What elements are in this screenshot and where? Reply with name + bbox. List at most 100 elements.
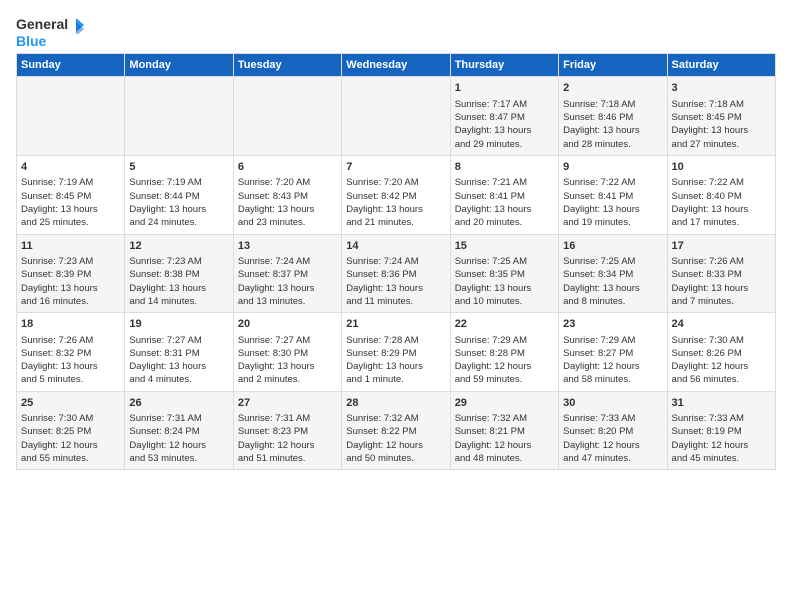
calendar-cell: 12Sunrise: 7:23 AM Sunset: 8:38 PM Dayli…	[125, 234, 233, 313]
day-info: Sunrise: 7:22 AM Sunset: 8:41 PM Dayligh…	[563, 177, 640, 228]
calendar-cell: 10Sunrise: 7:22 AM Sunset: 8:40 PM Dayli…	[667, 155, 775, 234]
calendar-cell: 4 Sunrise: 7:19 AM Sunset: 8:45 PM Daylig…	[17, 155, 125, 234]
day-info: Sunrise: 7:24 AM Sunset: 8:36 PM Dayligh…	[346, 256, 423, 307]
day-info: Sunrise: 7:30 AM Sunset: 8:26 PM Dayligh…	[672, 335, 749, 386]
day-info: Sunrise: 7:20 AM Sunset: 8:42 PM Dayligh…	[346, 177, 423, 228]
calendar-cell: 29 Sunrise: 7:32 AM Sunset: 8:21 PM Dayli…	[450, 391, 558, 470]
calendar-week-4: 18Sunrise: 7:26 AM Sunset: 8:32 PM Dayli…	[17, 313, 776, 392]
day-info: Sunrise: 7:27 AM Sunset: 8:31 PM Dayligh…	[129, 335, 206, 386]
calendar-cell: 7 Sunrise: 7:20 AM Sunset: 8:42 PM Daylig…	[342, 155, 450, 234]
calendar-cell: 18Sunrise: 7:26 AM Sunset: 8:32 PM Dayli…	[17, 313, 125, 392]
calendar-cell: 22Sunrise: 7:29 AM Sunset: 8:28 PM Dayli…	[450, 313, 558, 392]
calendar-cell	[17, 77, 125, 156]
calendar-cell: 30Sunrise: 7:33 AM Sunset: 8:20 PM Dayli…	[559, 391, 667, 470]
day-header-monday: Monday	[125, 54, 233, 77]
calendar-cell: 13 Sunrise: 7:24 AM Sunset: 8:37 PM Dayli…	[233, 234, 341, 313]
day-number: 26	[129, 396, 228, 411]
day-info: Sunrise: 7:17 AM Sunset: 8:47 PM Dayligh…	[455, 99, 532, 150]
calendar-cell: 2 Sunrise: 7:18 AM Sunset: 8:46 PM Daylig…	[559, 77, 667, 156]
day-info: Sunrise: 7:30 AM Sunset: 8:25 PM Dayligh…	[21, 413, 98, 464]
calendar-cell: 16Sunrise: 7:25 AM Sunset: 8:34 PM Dayli…	[559, 234, 667, 313]
day-number: 27	[238, 396, 337, 411]
day-number: 20	[238, 317, 337, 332]
day-info: Sunrise: 7:18 AM Sunset: 8:46 PM Dayligh…	[563, 99, 640, 150]
calendar-cell: 9 Sunrise: 7:22 AM Sunset: 8:41 PM Daylig…	[559, 155, 667, 234]
day-info: Sunrise: 7:31 AM Sunset: 8:24 PM Dayligh…	[129, 413, 206, 464]
day-number: 4	[21, 160, 120, 175]
calendar-table: SundayMondayTuesdayWednesdayThursdayFrid…	[16, 53, 776, 470]
day-info: Sunrise: 7:25 AM Sunset: 8:35 PM Dayligh…	[455, 256, 532, 307]
day-number: 14	[346, 239, 445, 254]
day-header-thursday: Thursday	[450, 54, 558, 77]
day-header-saturday: Saturday	[667, 54, 775, 77]
day-info: Sunrise: 7:28 AM Sunset: 8:29 PM Dayligh…	[346, 335, 423, 386]
day-number: 17	[672, 239, 771, 254]
day-number: 2	[563, 81, 662, 96]
day-number: 6	[238, 160, 337, 175]
calendar-cell: 6 Sunrise: 7:20 AM Sunset: 8:43 PM Daylig…	[233, 155, 341, 234]
day-number: 19	[129, 317, 228, 332]
calendar-cell: 11 Sunrise: 7:23 AM Sunset: 8:39 PM Dayli…	[17, 234, 125, 313]
day-number: 23	[563, 317, 662, 332]
day-number: 5	[129, 160, 228, 175]
day-info: Sunrise: 7:32 AM Sunset: 8:21 PM Dayligh…	[455, 413, 532, 464]
day-number: 24	[672, 317, 771, 332]
day-number: 15	[455, 239, 554, 254]
day-info: Sunrise: 7:23 AM Sunset: 8:39 PM Dayligh…	[21, 256, 98, 307]
day-number: 28	[346, 396, 445, 411]
calendar-cell: 26 Sunrise: 7:31 AM Sunset: 8:24 PM Dayli…	[125, 391, 233, 470]
page-container: General Blue SundayMondayTuesdayWednesda…	[0, 0, 792, 478]
day-info: Sunrise: 7:20 AM Sunset: 8:43 PM Dayligh…	[238, 177, 315, 228]
logo-arrow-icon	[70, 16, 88, 34]
calendar-cell: 25 Sunrise: 7:30 AM Sunset: 8:25 PM Dayli…	[17, 391, 125, 470]
day-info: Sunrise: 7:22 AM Sunset: 8:40 PM Dayligh…	[672, 177, 749, 228]
calendar-cell: 19 Sunrise: 7:27 AM Sunset: 8:31 PM Dayli…	[125, 313, 233, 392]
day-info: Sunrise: 7:29 AM Sunset: 8:27 PM Dayligh…	[563, 335, 640, 386]
calendar-week-1: 1 Sunrise: 7:17 AM Sunset: 8:47 PM Daylig…	[17, 77, 776, 156]
day-info: Sunrise: 7:27 AM Sunset: 8:30 PM Dayligh…	[238, 335, 315, 386]
calendar-week-2: 4 Sunrise: 7:19 AM Sunset: 8:45 PM Daylig…	[17, 155, 776, 234]
day-info: Sunrise: 7:32 AM Sunset: 8:22 PM Dayligh…	[346, 413, 423, 464]
day-number: 31	[672, 396, 771, 411]
day-number: 25	[21, 396, 120, 411]
header: General Blue	[16, 16, 776, 49]
day-info: Sunrise: 7:24 AM Sunset: 8:37 PM Dayligh…	[238, 256, 315, 307]
day-number: 29	[455, 396, 554, 411]
calendar-cell: 24 Sunrise: 7:30 AM Sunset: 8:26 PM Dayli…	[667, 313, 775, 392]
day-number: 9	[563, 160, 662, 175]
calendar-cell: 15 Sunrise: 7:25 AM Sunset: 8:35 PM Dayli…	[450, 234, 558, 313]
calendar-body: 1 Sunrise: 7:17 AM Sunset: 8:47 PM Daylig…	[17, 77, 776, 470]
calendar-header: SundayMondayTuesdayWednesdayThursdayFrid…	[17, 54, 776, 77]
calendar-cell: 3 Sunrise: 7:18 AM Sunset: 8:45 PM Daylig…	[667, 77, 775, 156]
calendar-cell: 14 Sunrise: 7:24 AM Sunset: 8:36 PM Dayli…	[342, 234, 450, 313]
day-number: 11	[21, 239, 120, 254]
day-info: Sunrise: 7:18 AM Sunset: 8:45 PM Dayligh…	[672, 99, 749, 150]
day-info: Sunrise: 7:19 AM Sunset: 8:45 PM Dayligh…	[21, 177, 98, 228]
calendar-cell: 1 Sunrise: 7:17 AM Sunset: 8:47 PM Daylig…	[450, 77, 558, 156]
calendar-cell	[125, 77, 233, 156]
calendar-cell: 28 Sunrise: 7:32 AM Sunset: 8:22 PM Dayli…	[342, 391, 450, 470]
calendar-cell	[233, 77, 341, 156]
day-number: 7	[346, 160, 445, 175]
calendar-cell	[342, 77, 450, 156]
logo: General Blue	[16, 16, 88, 49]
day-info: Sunrise: 7:26 AM Sunset: 8:32 PM Dayligh…	[21, 335, 98, 386]
day-header-tuesday: Tuesday	[233, 54, 341, 77]
day-info: Sunrise: 7:33 AM Sunset: 8:20 PM Dayligh…	[563, 413, 640, 464]
day-header-sunday: Sunday	[17, 54, 125, 77]
day-info: Sunrise: 7:26 AM Sunset: 8:33 PM Dayligh…	[672, 256, 749, 307]
day-number: 3	[672, 81, 771, 96]
day-info: Sunrise: 7:19 AM Sunset: 8:44 PM Dayligh…	[129, 177, 206, 228]
calendar-cell: 8Sunrise: 7:21 AM Sunset: 8:41 PM Daylig…	[450, 155, 558, 234]
calendar-cell: 5 Sunrise: 7:19 AM Sunset: 8:44 PM Daylig…	[125, 155, 233, 234]
logo-blue: Blue	[16, 34, 46, 49]
calendar-cell: 17 Sunrise: 7:26 AM Sunset: 8:33 PM Dayli…	[667, 234, 775, 313]
day-number: 8	[455, 160, 554, 175]
calendar-week-3: 11 Sunrise: 7:23 AM Sunset: 8:39 PM Dayli…	[17, 234, 776, 313]
calendar-cell: 27Sunrise: 7:31 AM Sunset: 8:23 PM Dayli…	[233, 391, 341, 470]
calendar-cell: 21Sunrise: 7:28 AM Sunset: 8:29 PM Dayli…	[342, 313, 450, 392]
day-info: Sunrise: 7:25 AM Sunset: 8:34 PM Dayligh…	[563, 256, 640, 307]
calendar-week-5: 25 Sunrise: 7:30 AM Sunset: 8:25 PM Dayli…	[17, 391, 776, 470]
day-number: 13	[238, 239, 337, 254]
day-number: 1	[455, 81, 554, 96]
